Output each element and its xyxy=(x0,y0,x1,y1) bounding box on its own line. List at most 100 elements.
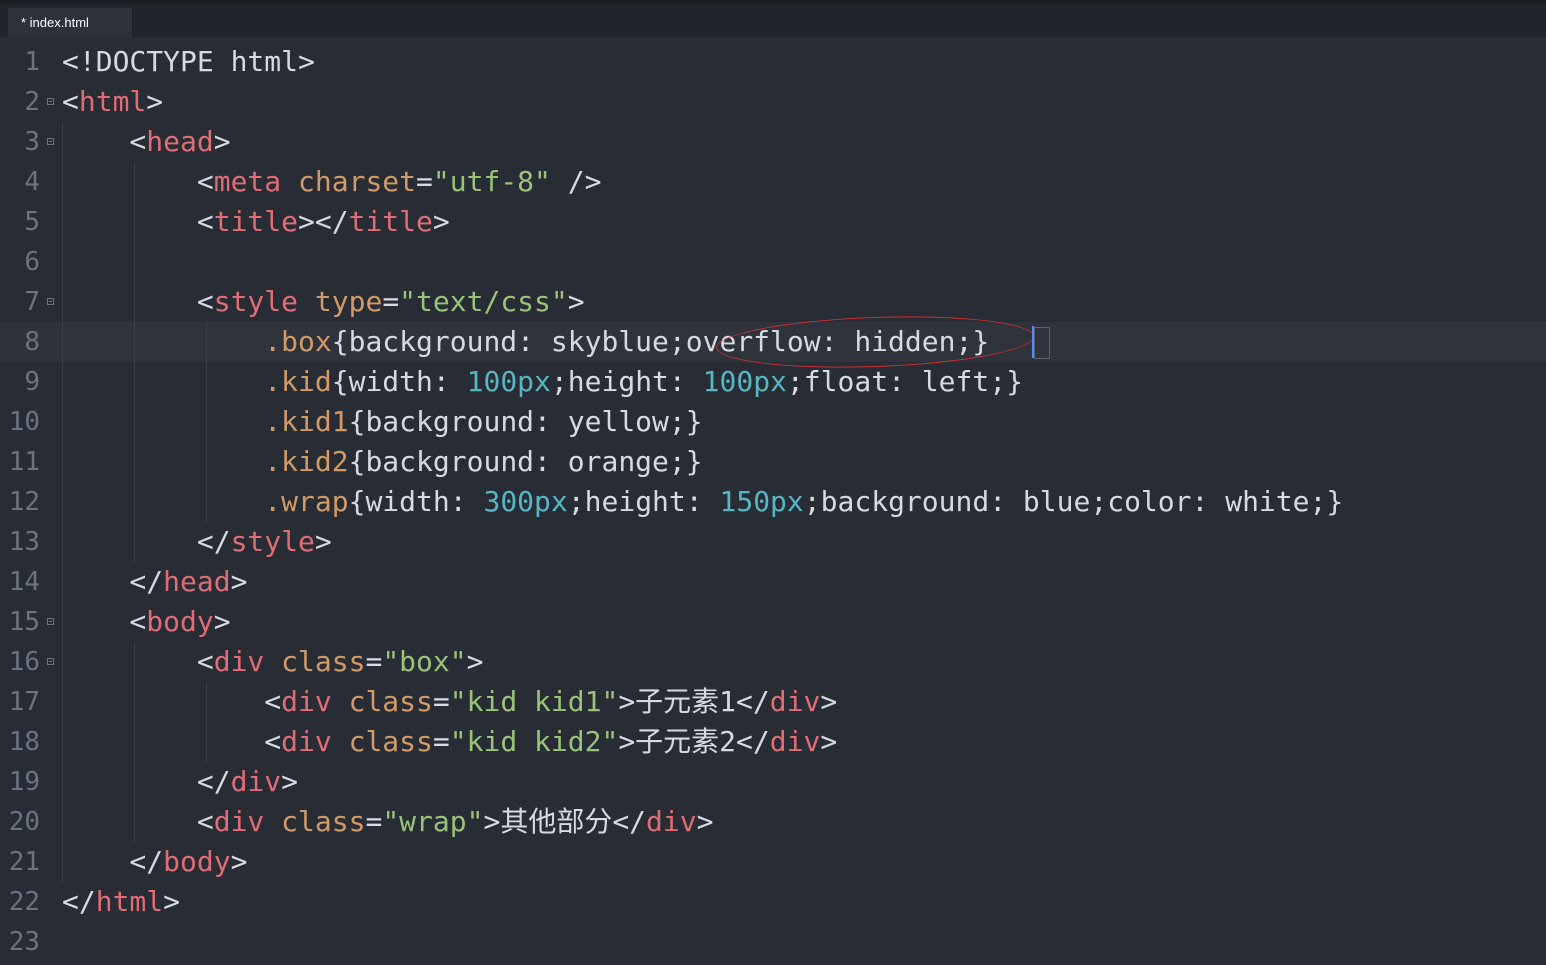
code-line[interactable]: 23 xyxy=(0,922,1546,962)
code-token: body xyxy=(146,605,214,638)
line-number: 2 xyxy=(24,87,40,117)
code-text: <title></title> xyxy=(62,202,450,242)
code-token: < xyxy=(62,285,214,318)
code-token: "text/css" xyxy=(399,285,568,318)
code-token: .wrap xyxy=(264,485,349,518)
code-token: = xyxy=(416,165,433,198)
line-number: 17 xyxy=(8,687,40,717)
fold-toggle-icon[interactable] xyxy=(47,138,54,145)
fold-toggle-icon[interactable] xyxy=(47,98,54,105)
code-token: class xyxy=(348,725,433,758)
code-token: > xyxy=(432,205,450,238)
code-token: .box xyxy=(264,325,332,358)
line-number: 21 xyxy=(8,847,40,877)
code-token: > xyxy=(146,85,164,118)
fold-toggle-icon[interactable] xyxy=(47,658,54,665)
line-number: 14 xyxy=(8,567,40,597)
code-token: } xyxy=(1006,365,1023,398)
code-token: body xyxy=(163,845,231,878)
code-token: div xyxy=(213,805,265,838)
code-line[interactable]: 4 <meta charset="utf-8" /> xyxy=(0,162,1546,202)
code-token: < xyxy=(62,725,282,758)
code-text: .wrap{width: 300px;height: 150px;backgro… xyxy=(62,482,1343,522)
code-line[interactable]: 6 xyxy=(0,242,1546,282)
line-number: 23 xyxy=(8,927,40,957)
code-token: "box" xyxy=(382,645,467,678)
code-line[interactable]: 7 <style type="text/css"> xyxy=(0,282,1546,322)
code-token: { xyxy=(331,325,349,358)
code-token: "kid kid2" xyxy=(449,725,619,758)
code-token: >子元素2</ xyxy=(618,725,770,758)
code-line[interactable]: 13 </style> xyxy=(0,522,1546,562)
tab-index-html[interactable]: * index.html xyxy=(8,8,133,37)
code-line[interactable]: 3 <head> xyxy=(0,122,1546,162)
code-token: > xyxy=(696,805,714,838)
code-token: title xyxy=(348,205,433,238)
code-line[interactable]: 2 <html> xyxy=(0,82,1546,122)
code-token: background: yellow; xyxy=(365,405,686,438)
code-token: "utf-8" xyxy=(432,165,551,198)
code-token: > xyxy=(230,845,248,878)
code-token: > xyxy=(213,125,231,158)
code-line[interactable]: 11 .kid2{background: orange;} xyxy=(0,442,1546,482)
code-token: > xyxy=(567,285,585,318)
code-line[interactable]: 18 <div class="kid kid2">子元素2</div> xyxy=(0,722,1546,762)
code-token: ;background: blue;color: white; xyxy=(803,485,1327,518)
code-text: </head> xyxy=(62,562,247,602)
code-text: <div class="box"> xyxy=(62,642,484,682)
indent-guide xyxy=(206,682,207,762)
code-line[interactable]: 12 .wrap{width: 300px;height: 150px;back… xyxy=(0,482,1546,522)
bracket-match-box xyxy=(1034,327,1050,359)
code-token: > xyxy=(213,605,231,638)
code-area[interactable]: 1 <!DOCTYPE html> 2 <html> 3 <head> 4 <meta c… xyxy=(0,42,1546,962)
code-token: 100px xyxy=(702,365,787,398)
indent-guide xyxy=(134,642,135,842)
code-token: width: xyxy=(348,365,467,398)
code-line[interactable]: 17 <div class="kid kid1">子元素1</div> xyxy=(0,682,1546,722)
line-number: 16 xyxy=(8,647,40,677)
code-line[interactable]: 9 .kid{width: 100px;height: 100px;float:… xyxy=(0,362,1546,402)
code-line[interactable]: 16 <div class="box"> xyxy=(0,642,1546,682)
code-text: <html> xyxy=(62,82,163,122)
code-line[interactable]: 20 <div class="wrap">其他部分</div> xyxy=(0,802,1546,842)
code-line[interactable]: 19 </div> xyxy=(0,762,1546,802)
code-token: > xyxy=(820,685,838,718)
code-token: div xyxy=(769,725,821,758)
code-text: </style> xyxy=(62,522,332,562)
code-text: <div class="kid kid2">子元素2</div> xyxy=(62,722,837,762)
code-token: 300px xyxy=(483,485,568,518)
line-number: 1 xyxy=(24,47,40,77)
code-line[interactable]: 10 .kid1{background: yellow;} xyxy=(0,402,1546,442)
code-token: = xyxy=(432,725,450,758)
code-line[interactable]: 5 <title></title> xyxy=(0,202,1546,242)
code-token: < xyxy=(62,605,147,638)
fold-toggle-icon[interactable] xyxy=(47,618,54,625)
line-number: 20 xyxy=(8,807,40,837)
code-text: <meta charset="utf-8" /> xyxy=(62,162,602,202)
code-text: <div class="kid kid1">子元素1</div> xyxy=(62,682,837,722)
code-line[interactable]: 1 <!DOCTYPE html> xyxy=(0,42,1546,82)
line-number: 22 xyxy=(8,887,40,917)
fold-toggle-icon[interactable] xyxy=(47,298,54,305)
code-token: </ xyxy=(62,885,96,918)
line-number: 6 xyxy=(24,247,40,277)
code-token: > xyxy=(466,645,484,678)
code-token: ;height: xyxy=(567,485,720,518)
line-number: 5 xyxy=(24,207,40,237)
code-line[interactable]: 22 </html> xyxy=(0,882,1546,922)
code-token: > xyxy=(163,885,181,918)
code-token: "wrap" xyxy=(382,805,484,838)
line-number: 18 xyxy=(8,727,40,757)
code-token: .kid2 xyxy=(264,445,349,478)
code-text: <style type="text/css"> xyxy=(62,282,585,322)
code-line[interactable]: 14 </head> xyxy=(0,562,1546,602)
code-text: .kid2{background: orange;} xyxy=(62,442,702,482)
code-line[interactable]: 21 </body> xyxy=(0,842,1546,882)
code-line[interactable]: 15 <body> xyxy=(0,602,1546,642)
code-token: </ xyxy=(62,765,231,798)
code-token: style xyxy=(230,525,315,558)
